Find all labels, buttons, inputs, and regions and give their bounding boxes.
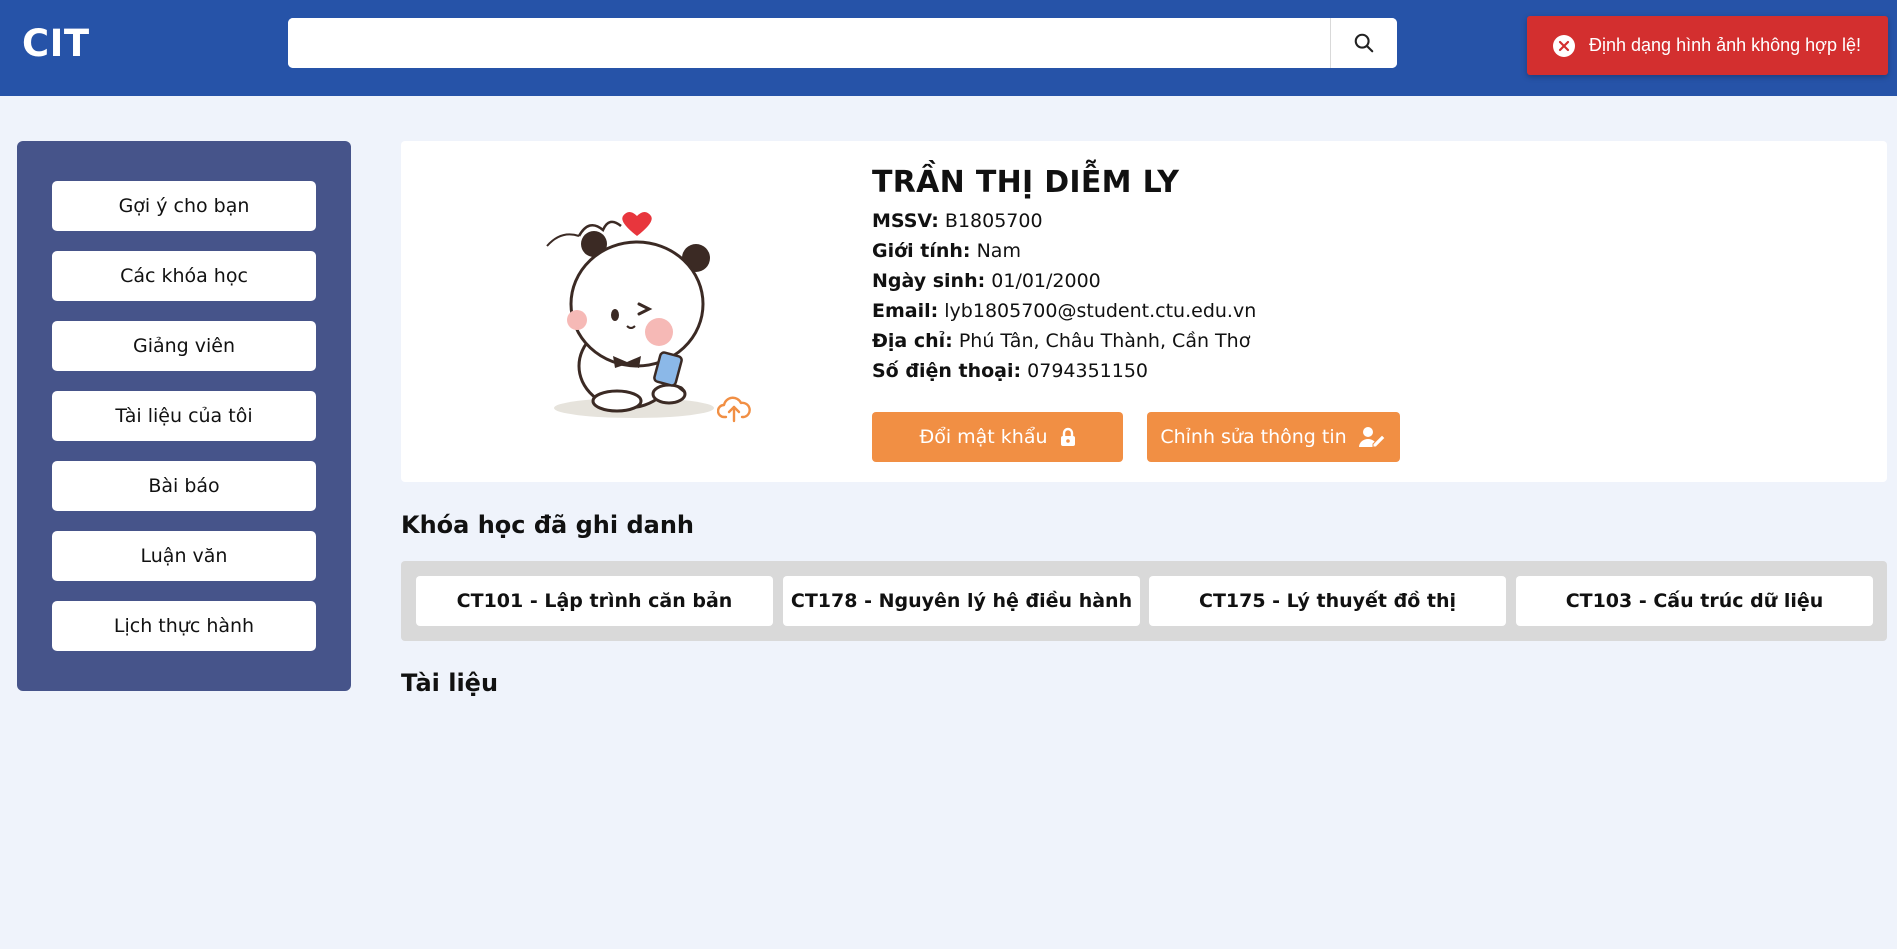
sidebar-item-articles[interactable]: Bài báo — [52, 461, 316, 511]
search-button[interactable] — [1330, 18, 1397, 68]
sidebar-item-suggestions[interactable]: Gợi ý cho bạn — [52, 181, 316, 231]
field-email: Email: lyb1805700@student.ctu.edu.vn — [872, 296, 1256, 326]
search-icon — [1354, 33, 1374, 53]
edit-info-label: Chỉnh sửa thông tin — [1160, 426, 1347, 448]
documents-title: Tài liệu — [401, 669, 499, 697]
sidebar-item-theses[interactable]: Luận văn — [52, 531, 316, 581]
field-label: Email: — [872, 300, 939, 322]
user-edit-icon — [1358, 427, 1386, 448]
lock-icon — [1060, 427, 1075, 446]
field-address: Địa chỉ: Phú Tân, Châu Thành, Cần Thơ — [872, 326, 1256, 356]
field-value: 01/01/2000 — [991, 270, 1101, 292]
enrolled-courses-title: Khóa học đã ghi danh — [401, 511, 695, 539]
error-toast[interactable]: Định dạng hình ảnh không hợp lệ! — [1527, 16, 1888, 75]
search-bar — [288, 18, 1397, 68]
field-value: lyb1805700@student.ctu.edu.vn — [944, 300, 1257, 322]
field-label: MSSV: — [872, 210, 939, 232]
field-mssv: MSSV: B1805700 — [872, 206, 1256, 236]
profile-card: TRẦN THỊ DIỄM LY MSSV: B1805700 Giới tín… — [401, 141, 1887, 482]
change-password-button[interactable]: Đổi mật khẩu — [872, 412, 1123, 462]
enrolled-courses-list: CT101 - Lập trình căn bản CT178 - Nguyên… — [401, 561, 1887, 641]
field-label: Ngày sinh: — [872, 270, 986, 292]
app-logo[interactable]: CIT — [22, 22, 90, 65]
course-item-ct103[interactable]: CT103 - Cấu trúc dữ liệu — [1516, 576, 1873, 626]
edit-info-button[interactable]: Chỉnh sửa thông tin — [1147, 412, 1400, 462]
field-label: Địa chỉ: — [872, 330, 953, 352]
search-input[interactable] — [288, 18, 1330, 68]
field-label: Số điện thoại: — [872, 360, 1022, 382]
sidebar-item-courses[interactable]: Các khóa học — [52, 251, 316, 301]
sidebar: Gợi ý cho bạn Các khóa học Giảng viên Tà… — [17, 141, 351, 691]
field-label: Giới tính: — [872, 240, 971, 262]
sidebar-item-my-documents[interactable]: Tài liệu của tôi — [52, 391, 316, 441]
course-item-ct101[interactable]: CT101 - Lập trình căn bản — [416, 576, 773, 626]
profile-info: TRẦN THỊ DIỄM LY MSSV: B1805700 Giới tín… — [872, 165, 1256, 386]
field-gender: Giới tính: Nam — [872, 236, 1256, 266]
sidebar-item-lab-schedule[interactable]: Lịch thực hành — [52, 601, 316, 651]
field-value: B1805700 — [944, 210, 1043, 232]
profile-name: TRẦN THỊ DIỄM LY — [872, 165, 1180, 200]
sidebar-item-lecturers[interactable]: Giảng viên — [52, 321, 316, 371]
field-dob: Ngày sinh: 01/01/2000 — [872, 266, 1256, 296]
field-value: Nam — [976, 240, 1021, 262]
field-value: Phú Tân, Châu Thành, Cần Thơ — [958, 330, 1251, 352]
toast-message: Định dạng hình ảnh không hợp lệ! — [1589, 35, 1862, 55]
close-circle-icon — [1553, 34, 1575, 57]
course-item-ct175[interactable]: CT175 - Lý thuyết đồ thị — [1149, 576, 1506, 626]
change-password-label: Đổi mật khẩu — [919, 426, 1048, 448]
field-value: 0794351150 — [1027, 360, 1149, 382]
course-item-ct178[interactable]: CT178 - Nguyên lý hệ điều hành — [783, 576, 1140, 626]
cloud-upload-icon[interactable] — [717, 395, 751, 423]
field-phone: Số điện thoại: 0794351150 — [872, 356, 1256, 386]
